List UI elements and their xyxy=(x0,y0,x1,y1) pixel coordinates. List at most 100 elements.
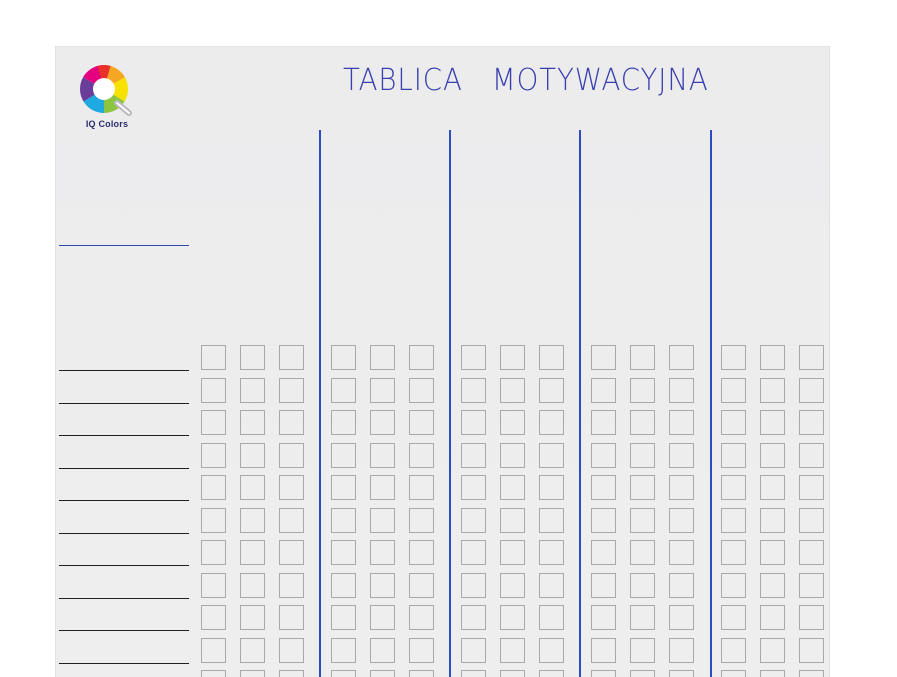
checkbox-cell[interactable] xyxy=(539,605,564,630)
checkbox-cell[interactable] xyxy=(721,443,746,468)
checkbox-cell[interactable] xyxy=(331,638,356,663)
checkbox-cell[interactable] xyxy=(409,540,434,565)
checkbox-cell[interactable] xyxy=(799,670,824,677)
checkbox-cell[interactable] xyxy=(760,573,785,598)
checkbox-cell[interactable] xyxy=(201,508,226,533)
checkbox-cell[interactable] xyxy=(539,540,564,565)
checkbox-cell[interactable] xyxy=(799,605,824,630)
checkbox-cell[interactable] xyxy=(630,345,655,370)
checkbox-cell[interactable] xyxy=(409,573,434,598)
checkbox-cell[interactable] xyxy=(331,605,356,630)
checkbox-cell[interactable] xyxy=(591,670,616,677)
checkbox-cell[interactable] xyxy=(201,443,226,468)
checkbox-cell[interactable] xyxy=(539,443,564,468)
checkbox-cell[interactable] xyxy=(370,540,395,565)
checkbox-cell[interactable] xyxy=(240,410,265,435)
checkbox-cell[interactable] xyxy=(500,573,525,598)
checkbox-cell[interactable] xyxy=(201,345,226,370)
checkbox-cell[interactable] xyxy=(331,410,356,435)
checkbox-cell[interactable] xyxy=(539,508,564,533)
checkbox-cell[interactable] xyxy=(630,410,655,435)
checkbox-cell[interactable] xyxy=(630,638,655,663)
checkbox-cell[interactable] xyxy=(240,475,265,500)
checkbox-cell[interactable] xyxy=(370,475,395,500)
checkbox-cell[interactable] xyxy=(279,345,304,370)
checkbox-cell[interactable] xyxy=(201,605,226,630)
checkbox-cell[interactable] xyxy=(721,670,746,677)
checkbox-cell[interactable] xyxy=(760,475,785,500)
checkbox-cell[interactable] xyxy=(201,475,226,500)
checkbox-cell[interactable] xyxy=(591,573,616,598)
checkbox-cell[interactable] xyxy=(799,475,824,500)
checkbox-cell[interactable] xyxy=(240,345,265,370)
checkbox-cell[interactable] xyxy=(370,378,395,403)
checkbox-cell[interactable] xyxy=(799,443,824,468)
checkbox-cell[interactable] xyxy=(370,410,395,435)
checkbox-cell[interactable] xyxy=(669,345,694,370)
checkbox-cell[interactable] xyxy=(370,573,395,598)
checkbox-cell[interactable] xyxy=(669,638,694,663)
checkbox-cell[interactable] xyxy=(201,638,226,663)
checkbox-cell[interactable] xyxy=(331,508,356,533)
checkbox-cell[interactable] xyxy=(630,670,655,677)
checkbox-cell[interactable] xyxy=(630,508,655,533)
checkbox-cell[interactable] xyxy=(331,540,356,565)
checkbox-cell[interactable] xyxy=(760,443,785,468)
checkbox-cell[interactable] xyxy=(331,573,356,598)
checkbox-cell[interactable] xyxy=(630,573,655,598)
checkbox-cell[interactable] xyxy=(799,508,824,533)
checkbox-cell[interactable] xyxy=(461,345,486,370)
checkbox-cell[interactable] xyxy=(370,638,395,663)
checkbox-cell[interactable] xyxy=(591,638,616,663)
checkbox-cell[interactable] xyxy=(370,670,395,677)
checkbox-cell[interactable] xyxy=(630,475,655,500)
checkbox-cell[interactable] xyxy=(500,540,525,565)
checkbox-cell[interactable] xyxy=(370,605,395,630)
checkbox-cell[interactable] xyxy=(240,605,265,630)
checkbox-cell[interactable] xyxy=(500,345,525,370)
checkbox-cell[interactable] xyxy=(721,410,746,435)
checkbox-cell[interactable] xyxy=(461,410,486,435)
checkbox-cell[interactable] xyxy=(500,475,525,500)
checkbox-cell[interactable] xyxy=(461,475,486,500)
checkbox-cell[interactable] xyxy=(409,638,434,663)
checkbox-cell[interactable] xyxy=(799,573,824,598)
checkbox-cell[interactable] xyxy=(721,638,746,663)
checkbox-cell[interactable] xyxy=(539,573,564,598)
checkbox-cell[interactable] xyxy=(500,605,525,630)
checkbox-cell[interactable] xyxy=(201,410,226,435)
checkbox-cell[interactable] xyxy=(760,540,785,565)
checkbox-cell[interactable] xyxy=(721,573,746,598)
checkbox-cell[interactable] xyxy=(201,573,226,598)
checkbox-cell[interactable] xyxy=(279,670,304,677)
checkbox-cell[interactable] xyxy=(591,410,616,435)
checkbox-cell[interactable] xyxy=(279,573,304,598)
checkbox-cell[interactable] xyxy=(721,605,746,630)
checkbox-cell[interactable] xyxy=(279,475,304,500)
checkbox-cell[interactable] xyxy=(331,443,356,468)
checkbox-cell[interactable] xyxy=(500,670,525,677)
checkbox-cell[interactable] xyxy=(461,638,486,663)
checkbox-cell[interactable] xyxy=(539,345,564,370)
checkbox-cell[interactable] xyxy=(799,345,824,370)
checkbox-cell[interactable] xyxy=(539,378,564,403)
checkbox-cell[interactable] xyxy=(240,573,265,598)
checkbox-cell[interactable] xyxy=(500,443,525,468)
checkbox-cell[interactable] xyxy=(591,475,616,500)
checkbox-cell[interactable] xyxy=(240,378,265,403)
checkbox-cell[interactable] xyxy=(201,670,226,677)
checkbox-cell[interactable] xyxy=(240,540,265,565)
checkbox-cell[interactable] xyxy=(799,410,824,435)
checkbox-cell[interactable] xyxy=(539,670,564,677)
checkbox-cell[interactable] xyxy=(331,378,356,403)
checkbox-cell[interactable] xyxy=(591,508,616,533)
checkbox-cell[interactable] xyxy=(591,540,616,565)
checkbox-cell[interactable] xyxy=(721,540,746,565)
checkbox-cell[interactable] xyxy=(721,508,746,533)
checkbox-cell[interactable] xyxy=(201,378,226,403)
checkbox-cell[interactable] xyxy=(461,443,486,468)
checkbox-cell[interactable] xyxy=(279,410,304,435)
checkbox-cell[interactable] xyxy=(669,540,694,565)
checkbox-cell[interactable] xyxy=(240,443,265,468)
checkbox-cell[interactable] xyxy=(591,605,616,630)
